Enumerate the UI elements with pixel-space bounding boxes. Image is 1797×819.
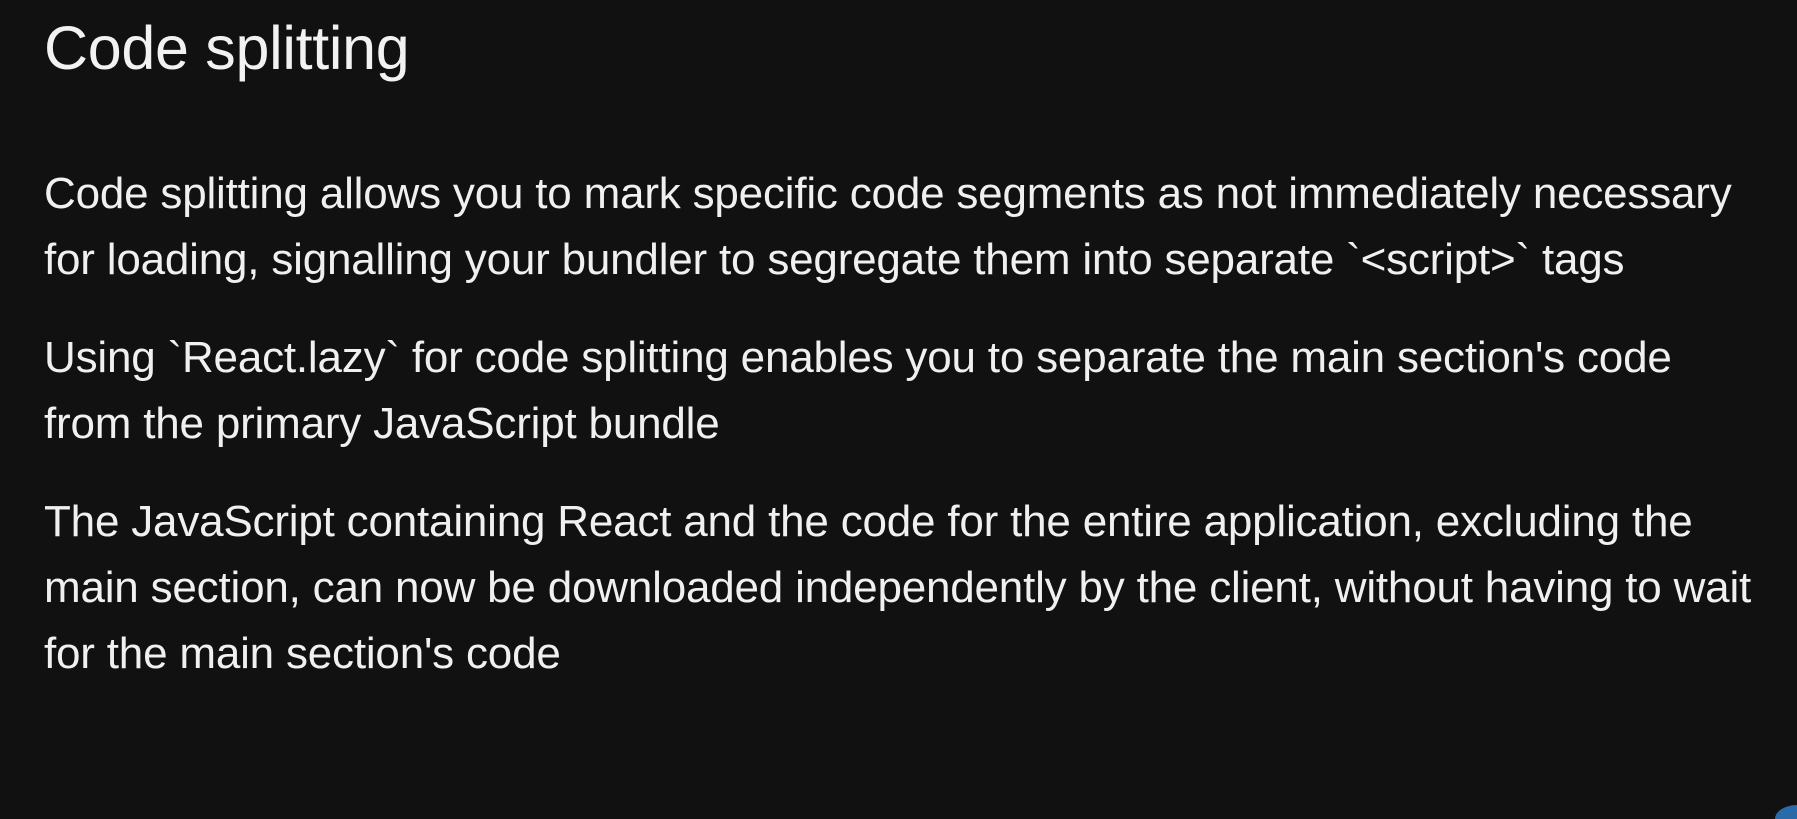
paragraph-independent-download: The JavaScript containing React and the …: [44, 497, 1752, 678]
slide-body: Code splitting allows you to mark specif…: [44, 161, 1757, 687]
slide: Code splitting Code splitting allows you…: [0, 0, 1797, 819]
slide-title: Code splitting: [44, 14, 410, 82]
paragraph-code-splitting-definition: Code splitting allows you to mark specif…: [44, 169, 1732, 284]
corner-accent-shape: [1775, 805, 1797, 819]
paragraph-react-lazy: Using `React.lazy` for code splitting en…: [44, 333, 1672, 448]
